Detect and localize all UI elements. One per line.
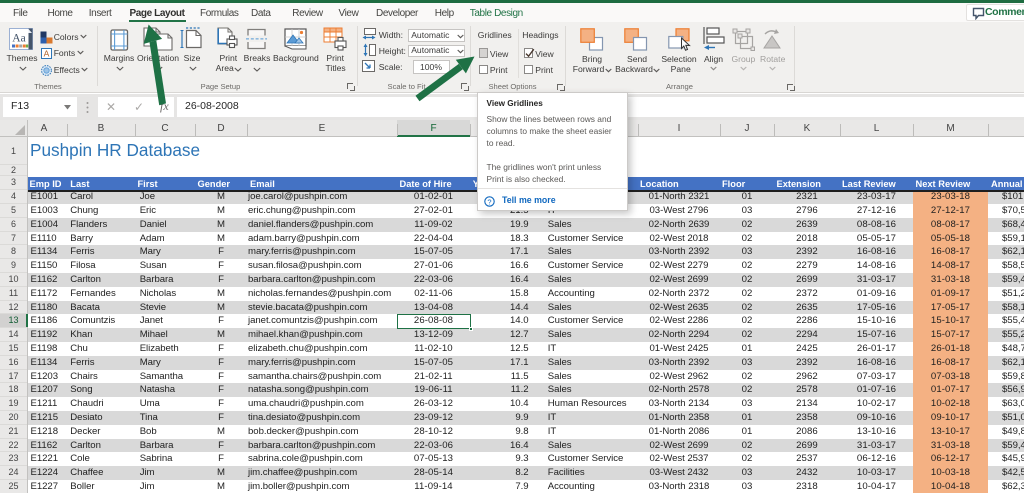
svg-text:?: ?: [488, 197, 492, 206]
svg-text:Aa: Aa: [12, 33, 25, 45]
svg-text:A: A: [44, 49, 50, 59]
